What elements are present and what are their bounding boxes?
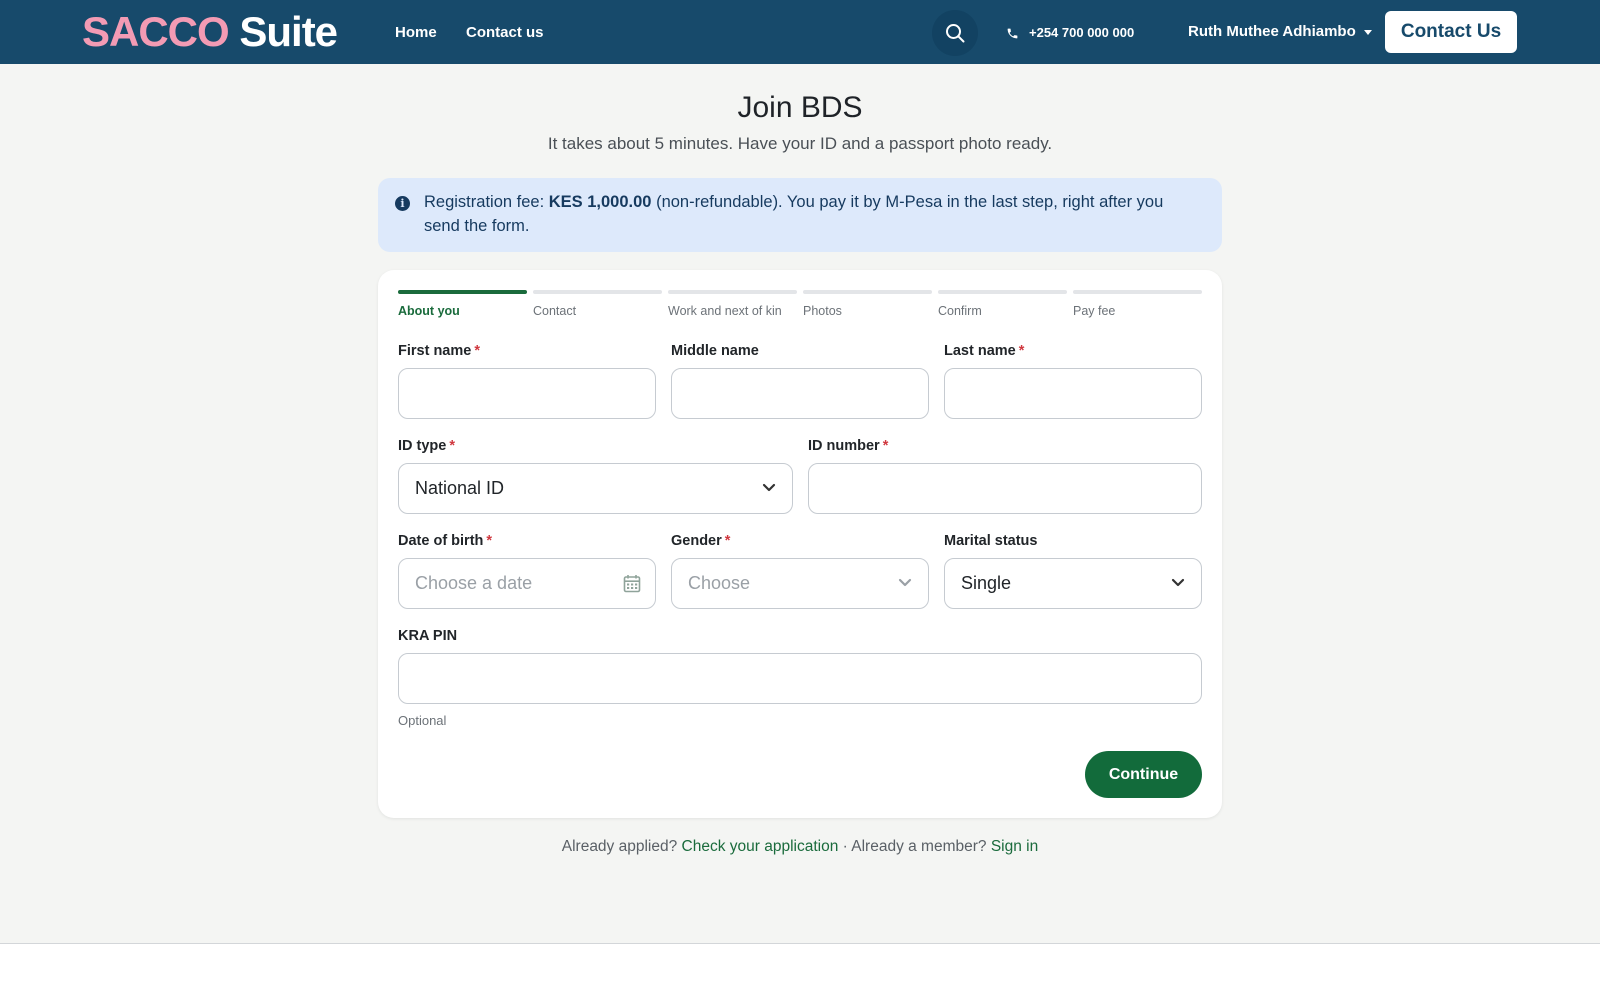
middle-name-input[interactable] [671, 368, 929, 419]
step-contact[interactable]: Contact [533, 290, 662, 319]
step-label: Pay fee [1073, 304, 1116, 318]
continue-button[interactable]: Continue [1085, 751, 1202, 798]
user-name: Ruth Muthee Adhiambo [1188, 23, 1356, 40]
required-marker: * [474, 343, 480, 359]
logo-word-sacco: SACCO [82, 8, 230, 55]
id-number-label-text: ID number [808, 438, 880, 454]
page-subtitle: It takes about 5 minutes. Have your ID a… [547, 134, 1053, 153]
alert-prefix: Registration fee: [424, 193, 549, 211]
required-marker: * [882, 438, 889, 454]
required-marker: * [724, 533, 731, 549]
phone-number: +254 700 000 000 [1029, 25, 1135, 40]
nav-home-link[interactable]: Home [395, 24, 437, 42]
required-marker: * [449, 438, 455, 454]
step-label: Work and next of kin [668, 304, 782, 318]
gender-label: Gender * [671, 532, 730, 550]
step-confirm[interactable]: Confirm [938, 290, 1067, 319]
registration-fee-alert: i Registration fee: KES 1,000.00 (non-re… [378, 178, 1222, 252]
alert-amount: KES 1,000.00 [548, 193, 652, 211]
id-number-input[interactable] [808, 463, 1202, 514]
calendar-icon[interactable] [623, 574, 641, 593]
search-button[interactable] [932, 10, 978, 56]
step-about-you[interactable]: About you [398, 290, 527, 319]
dob-label: Date of birth * [398, 532, 492, 550]
dob-input[interactable]: Choose a date [398, 558, 656, 609]
first-name-label-text: First name [398, 343, 472, 359]
logo-word-suite: Suite [239, 8, 338, 55]
step-pay-fee[interactable]: Pay fee [1073, 290, 1202, 319]
last-name-label-text: Last name [944, 343, 1016, 359]
gender-label-text: Gender [671, 533, 722, 549]
dob-placeholder: Choose a date [415, 573, 533, 593]
step-bar [398, 290, 527, 294]
footer-text-already-member: · Already a member? [838, 838, 991, 855]
marital-status-label: Marital status [944, 533, 1038, 549]
required-marker: * [486, 533, 493, 549]
dob-label-text: Date of birth [398, 533, 484, 549]
step-label: Contact [533, 304, 577, 318]
id-type-label-text: ID type [398, 438, 447, 454]
search-icon [946, 24, 965, 43]
step-label: Photos [803, 304, 842, 318]
phone-icon [1007, 28, 1018, 38]
chevron-down-icon [762, 483, 776, 492]
step-bar [533, 290, 662, 294]
step-label: About you [398, 304, 460, 318]
user-menu[interactable]: Ruth Muthee Adhiambo [1188, 23, 1372, 41]
top-navbar: SACCO Suite Home Contact us +254 700 000… [0, 0, 1600, 64]
id-number-label: ID number * [808, 437, 888, 455]
marital-status-select[interactable]: Single [944, 558, 1202, 609]
phone-contact[interactable]: +254 700 000 000 [1006, 24, 1134, 42]
page-footer-area [0, 944, 1600, 1000]
step-bar [668, 290, 797, 294]
kra-pin-label: KRA PIN [398, 628, 458, 644]
step-label: Confirm [938, 304, 982, 318]
page-title: Join BDS [737, 91, 863, 124]
chevron-down-icon [898, 578, 912, 587]
middle-name-label: Middle name [671, 343, 759, 359]
step-bar [938, 290, 1067, 294]
marital-status-value: Single [961, 573, 1012, 593]
kra-pin-helper: Optional [398, 713, 447, 728]
info-icon: i [395, 196, 410, 211]
step-photos[interactable]: Photos [803, 290, 932, 319]
step-bar [1073, 290, 1202, 294]
step-bar [803, 290, 932, 294]
footer-links: Already applied? Check your application … [0, 837, 1600, 857]
id-type-value: National ID [415, 478, 505, 498]
id-type-select[interactable]: National ID [398, 463, 793, 514]
footer-text-already-applied: Already applied? [561, 838, 682, 855]
last-name-label: Last name * [944, 342, 1024, 360]
chevron-down-icon [1171, 578, 1185, 587]
gender-placeholder: Choose [688, 573, 751, 593]
first-name-label: First name * [398, 342, 480, 360]
gender-select[interactable]: Choose [671, 558, 929, 609]
application-form-card: About you Contact Work and next of kin P… [378, 270, 1222, 818]
required-marker: * [1018, 343, 1025, 359]
sign-in-link[interactable]: Sign in [991, 838, 1038, 855]
kra-pin-input[interactable] [398, 653, 1202, 704]
check-application-link[interactable]: Check your application [682, 838, 839, 855]
id-type-label: ID type * [398, 437, 455, 455]
first-name-input[interactable] [398, 368, 656, 419]
caret-down-icon [1363, 29, 1372, 35]
last-name-input[interactable] [944, 368, 1202, 419]
nav-contact-link[interactable]: Contact us [466, 24, 544, 42]
contact-us-button[interactable]: Contact Us [1385, 11, 1517, 53]
step-work-next-of-kin[interactable]: Work and next of kin [668, 290, 797, 319]
brand-logo[interactable]: SACCO Suite [82, 8, 338, 55]
